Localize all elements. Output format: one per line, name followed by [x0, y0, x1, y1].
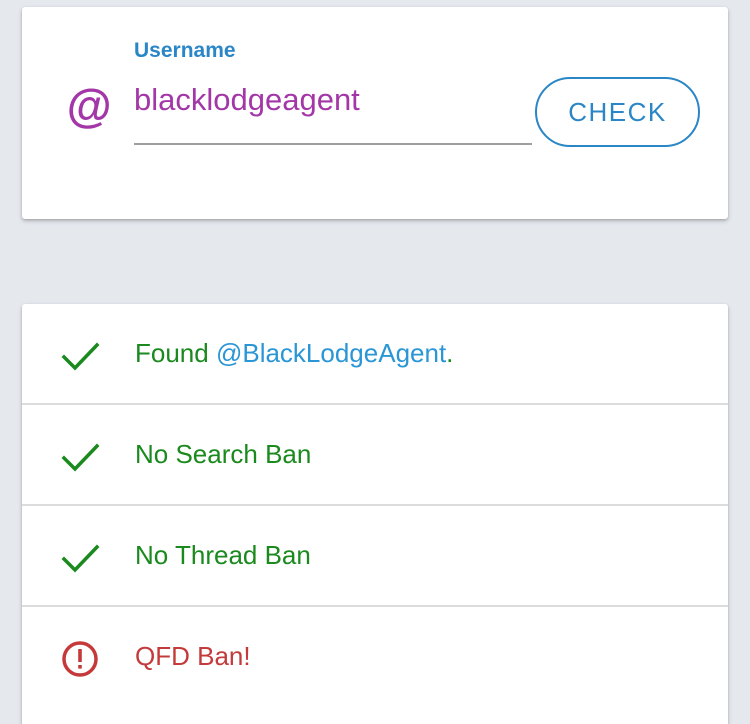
- check-icon: [61, 342, 100, 371]
- result-row-found: Found @BlackLodgeAgent.: [22, 304, 728, 405]
- check-icon: [61, 443, 100, 472]
- found-suffix: .: [446, 338, 454, 368]
- check-icon: [61, 544, 100, 573]
- username-check-card: Username @ CHECK: [22, 7, 728, 219]
- result-text-found: Found @BlackLodgeAgent.: [135, 337, 453, 369]
- result-text-qfd-ban: QFD Ban!: [135, 641, 251, 671]
- result-row-search-ban: No Search Ban: [22, 405, 728, 506]
- username-input[interactable]: [134, 79, 532, 145]
- check-button[interactable]: CHECK: [535, 77, 700, 147]
- username-field-label: Username: [134, 39, 236, 62]
- found-prefix: Found: [135, 338, 216, 368]
- result-row-thread-ban: No Thread Ban: [22, 506, 728, 607]
- result-text-thread-ban: No Thread Ban: [135, 540, 311, 570]
- at-icon: @: [66, 80, 111, 132]
- result-text-search-ban: No Search Ban: [135, 439, 312, 469]
- results-card: Found @BlackLodgeAgent. No Search Ban No…: [22, 304, 728, 724]
- result-row-qfd-ban: QFD Ban!: [22, 607, 728, 708]
- alert-icon: [62, 641, 98, 677]
- found-handle-link[interactable]: @BlackLodgeAgent: [216, 338, 446, 368]
